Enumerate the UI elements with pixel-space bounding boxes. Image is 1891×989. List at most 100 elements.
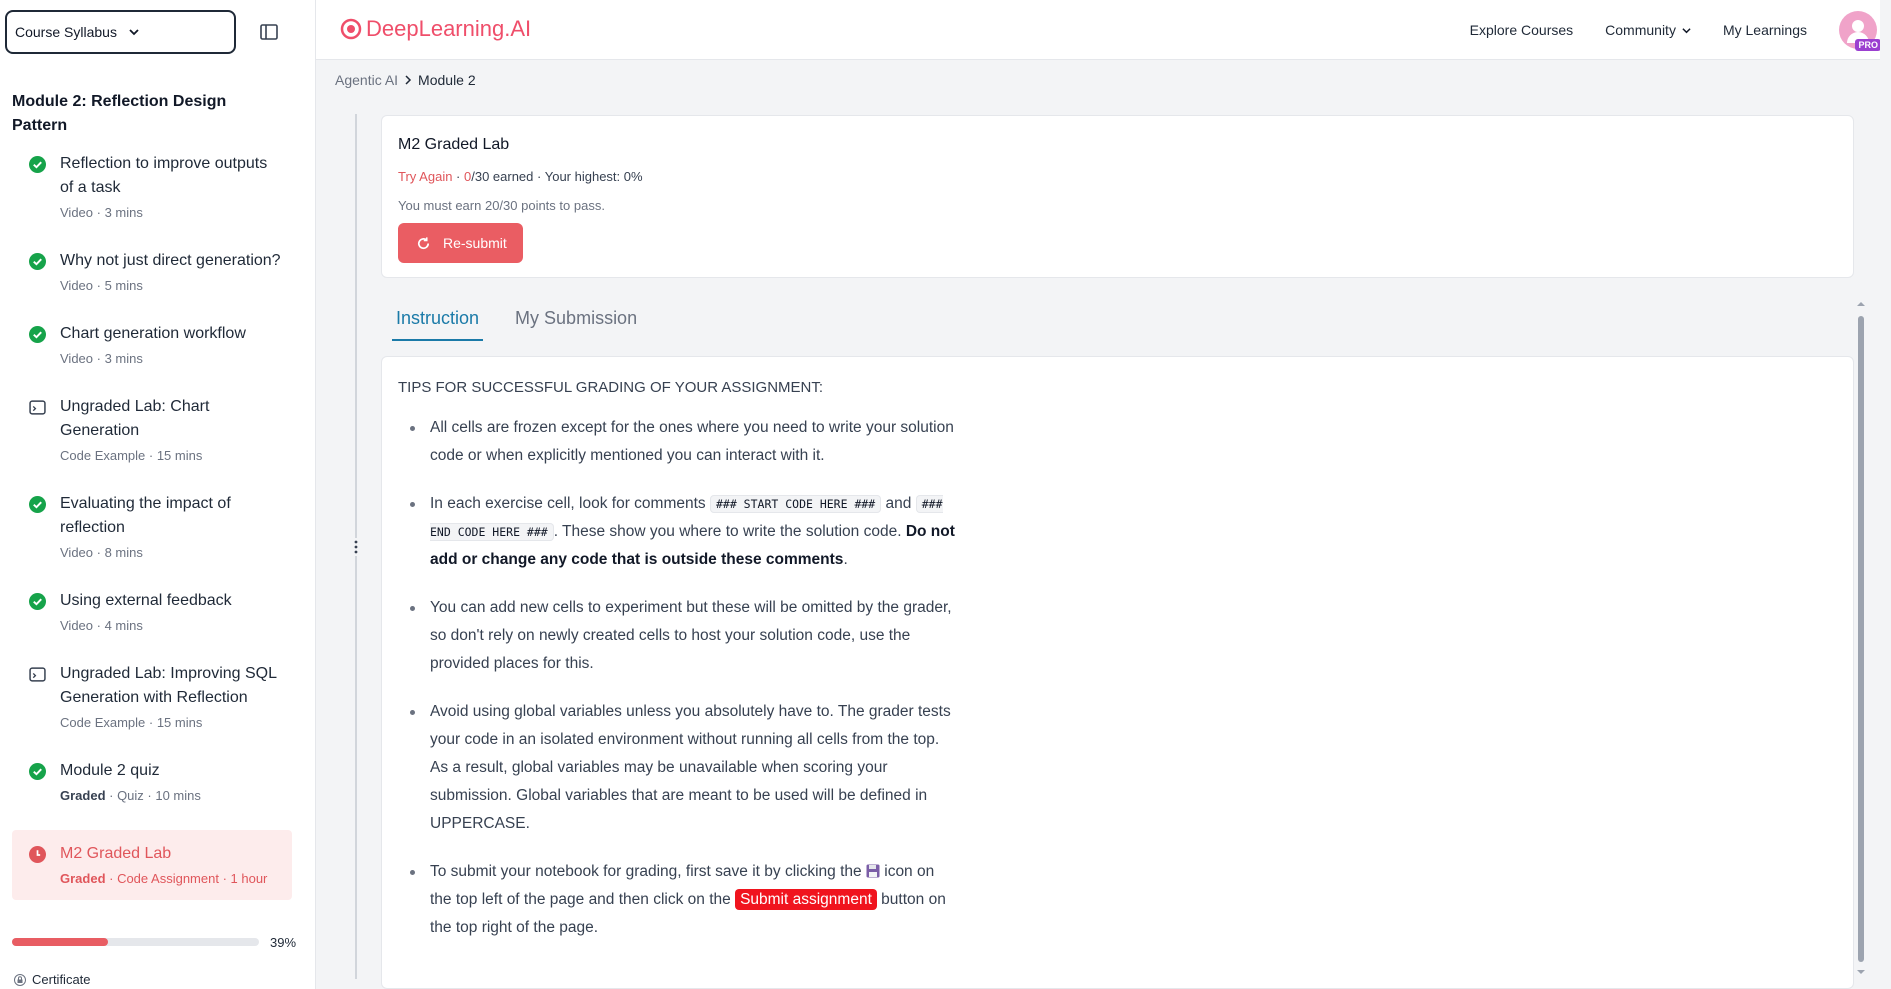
- logo-text: DeepLearning.AI: [366, 16, 532, 41]
- lesson-title: Module 2 quiz: [60, 762, 160, 779]
- page-scrollbar[interactable]: [1880, 0, 1891, 989]
- lesson-meta: Graded · Quiz · 10 mins: [60, 787, 282, 805]
- lesson-item-active[interactable]: M2 Graded Lab Graded · Code Assignment ·…: [12, 830, 292, 900]
- module-title: Module 2: Reflection Design Pattern: [12, 93, 227, 134]
- content-tabs: Instruction My Submission: [392, 306, 641, 341]
- course-syllabus-dropdown[interactable]: Course Syllabus: [5, 10, 236, 54]
- lesson-meta: Code Example · 15 mins: [60, 715, 203, 730]
- user-avatar[interactable]: PRO: [1839, 11, 1881, 51]
- tip-text: and: [881, 495, 916, 512]
- check-circle-icon: [29, 156, 46, 173]
- lesson-meta: Graded · Code Assignment · 1 hour: [60, 870, 282, 888]
- my-learnings-link[interactable]: My Learnings: [1723, 22, 1807, 38]
- lesson-meta: Video · 3 mins: [60, 351, 143, 366]
- tip-item: Avoid using global variables unless you …: [410, 698, 958, 838]
- graded-label: Graded: [60, 871, 106, 886]
- tab-my-submission[interactable]: My Submission: [511, 306, 641, 341]
- lesson-item[interactable]: Using external feedback Video · 4 mins: [12, 587, 292, 645]
- try-again-status: Try Again: [398, 169, 453, 184]
- breadcrumb-current: Module 2: [418, 72, 476, 88]
- breadcrumb: Agentic AI Module 2: [335, 72, 476, 88]
- lesson-meta: Video · 3 mins: [60, 205, 143, 220]
- check-circle-icon: [29, 763, 46, 780]
- content-scrollbar[interactable]: [1856, 300, 1866, 980]
- lesson-title: Chart generation workflow: [60, 325, 246, 342]
- lesson-title: Ungraded Lab: Improving SQL Generation w…: [60, 665, 277, 706]
- deeplearning-logo[interactable]: DeepLearning.AI: [340, 16, 531, 42]
- scroll-up-arrow-icon[interactable]: [1856, 300, 1866, 308]
- check-circle-icon: [29, 253, 46, 270]
- lesson-item[interactable]: Ungraded Lab: Improving SQL Generation w…: [12, 660, 292, 742]
- earned-total: /30 earned: [471, 169, 534, 184]
- lesson-item[interactable]: Why not just direct generation? Video · …: [12, 247, 292, 305]
- pro-badge: PRO: [1855, 39, 1881, 51]
- graded-label: Graded: [60, 788, 106, 803]
- lesson-title: Using external feedback: [60, 592, 232, 609]
- tip-text: To submit your notebook for grading, fir…: [430, 863, 866, 880]
- score-line: Try Again · 0/30 earned · Your highest: …: [398, 169, 643, 184]
- pass-requirement: You must earn 20/30 points to pass.: [398, 198, 605, 213]
- chevron-down-icon: [129, 29, 139, 36]
- chevron-right-icon: [405, 75, 412, 85]
- top-nav: Explore Courses Community My Learnings P…: [1470, 0, 1891, 60]
- resubmit-label: Re-submit: [443, 235, 507, 251]
- course-progress-fill: [12, 938, 109, 946]
- tab-instruction[interactable]: Instruction: [392, 306, 484, 341]
- start-code-comment: ### START CODE HERE ###: [709, 495, 882, 513]
- lock-icon: [14, 973, 26, 986]
- lesson-title: Ungraded Lab: Chart Generation: [60, 398, 210, 439]
- scroll-down-arrow-icon[interactable]: [1856, 968, 1866, 976]
- lesson-title: Reflection to improve outputs of a task: [60, 155, 268, 196]
- graded-lab-card: M2 Graded Lab Try Again · 0/30 earned · …: [381, 115, 1854, 278]
- chevron-down-icon: [1682, 27, 1691, 33]
- certificate-label: Certificate: [32, 972, 91, 987]
- lesson-title: M2 Graded Lab: [60, 845, 172, 862]
- lesson-meta: Video · 8 mins: [60, 545, 143, 560]
- breadcrumb-parent[interactable]: Agentic AI: [335, 72, 398, 88]
- course-syllabus-label: Course Syllabus: [15, 24, 117, 40]
- refresh-icon: [418, 236, 430, 249]
- floppy-disk-icon: [866, 864, 880, 878]
- certificate-link[interactable]: Certificate: [14, 972, 91, 987]
- course-sidebar: Course Syllabus Module 2: Reflection Des…: [0, 0, 316, 989]
- top-header: DeepLearning.AI Explore Courses Communit…: [316, 0, 1891, 60]
- lesson-item[interactable]: Reflection to improve outputs of a task …: [12, 150, 292, 232]
- tips-list: All cells are frozen except for the ones…: [398, 414, 958, 942]
- check-circle-icon: [29, 496, 46, 513]
- code-lab-icon: [29, 667, 46, 682]
- lesson-title: Evaluating the impact of reflection: [60, 495, 231, 536]
- scrollbar-thumb[interactable]: [1858, 316, 1864, 962]
- lab-title: M2 Graded Lab: [398, 136, 510, 153]
- more-vertical-icon[interactable]: [350, 538, 362, 556]
- lesson-item[interactable]: Evaluating the impact of reflection Vide…: [12, 490, 292, 572]
- lesson-meta-text: · Code Assignment · 1 hour: [105, 871, 268, 886]
- lesson-list: Reflection to improve outputs of a task …: [12, 150, 292, 915]
- check-circle-icon: [29, 593, 46, 610]
- tip-item: To submit your notebook for grading, fir…: [410, 858, 958, 942]
- lesson-item[interactable]: Module 2 quiz Graded · Quiz · 10 mins: [12, 757, 292, 815]
- lesson-meta: Code Example · 15 mins: [60, 448, 203, 463]
- lesson-meta-text: · Quiz · 10 mins: [105, 788, 201, 803]
- lesson-meta: Video · 4 mins: [60, 618, 143, 633]
- course-progress-bar: [12, 938, 259, 946]
- sidebar-toggle-icon[interactable]: [259, 22, 279, 42]
- tip-item: In each exercise cell, look for comments…: [410, 490, 958, 574]
- check-circle-icon: [29, 326, 46, 343]
- highest-score: Your highest: 0%: [544, 169, 643, 184]
- clock-icon: [29, 846, 46, 863]
- course-progress-label: 39%: [270, 935, 297, 950]
- tip-text: In each exercise cell, look for comments: [430, 495, 710, 512]
- lesson-item[interactable]: Ungraded Lab: Chart Generation Code Exam…: [12, 393, 292, 475]
- community-dropdown[interactable]: Community: [1605, 22, 1691, 38]
- tip-text: .: [843, 551, 848, 568]
- lesson-item[interactable]: Chart generation workflow Video · 3 mins: [12, 320, 292, 378]
- lesson-title: Why not just direct generation?: [60, 252, 281, 269]
- tip-item: All cells are frozen except for the ones…: [410, 414, 958, 470]
- tip-item: You can add new cells to experiment but …: [410, 594, 958, 678]
- resubmit-button[interactable]: Re-submit: [398, 223, 523, 263]
- community-label: Community: [1605, 22, 1676, 38]
- explore-courses-link[interactable]: Explore Courses: [1470, 22, 1574, 38]
- instruction-panel: TIPS FOR SUCCESSFUL GRADING OF YOUR ASSI…: [381, 356, 1854, 989]
- logo-icon: [340, 18, 362, 40]
- lesson-meta: Video · 5 mins: [60, 278, 143, 293]
